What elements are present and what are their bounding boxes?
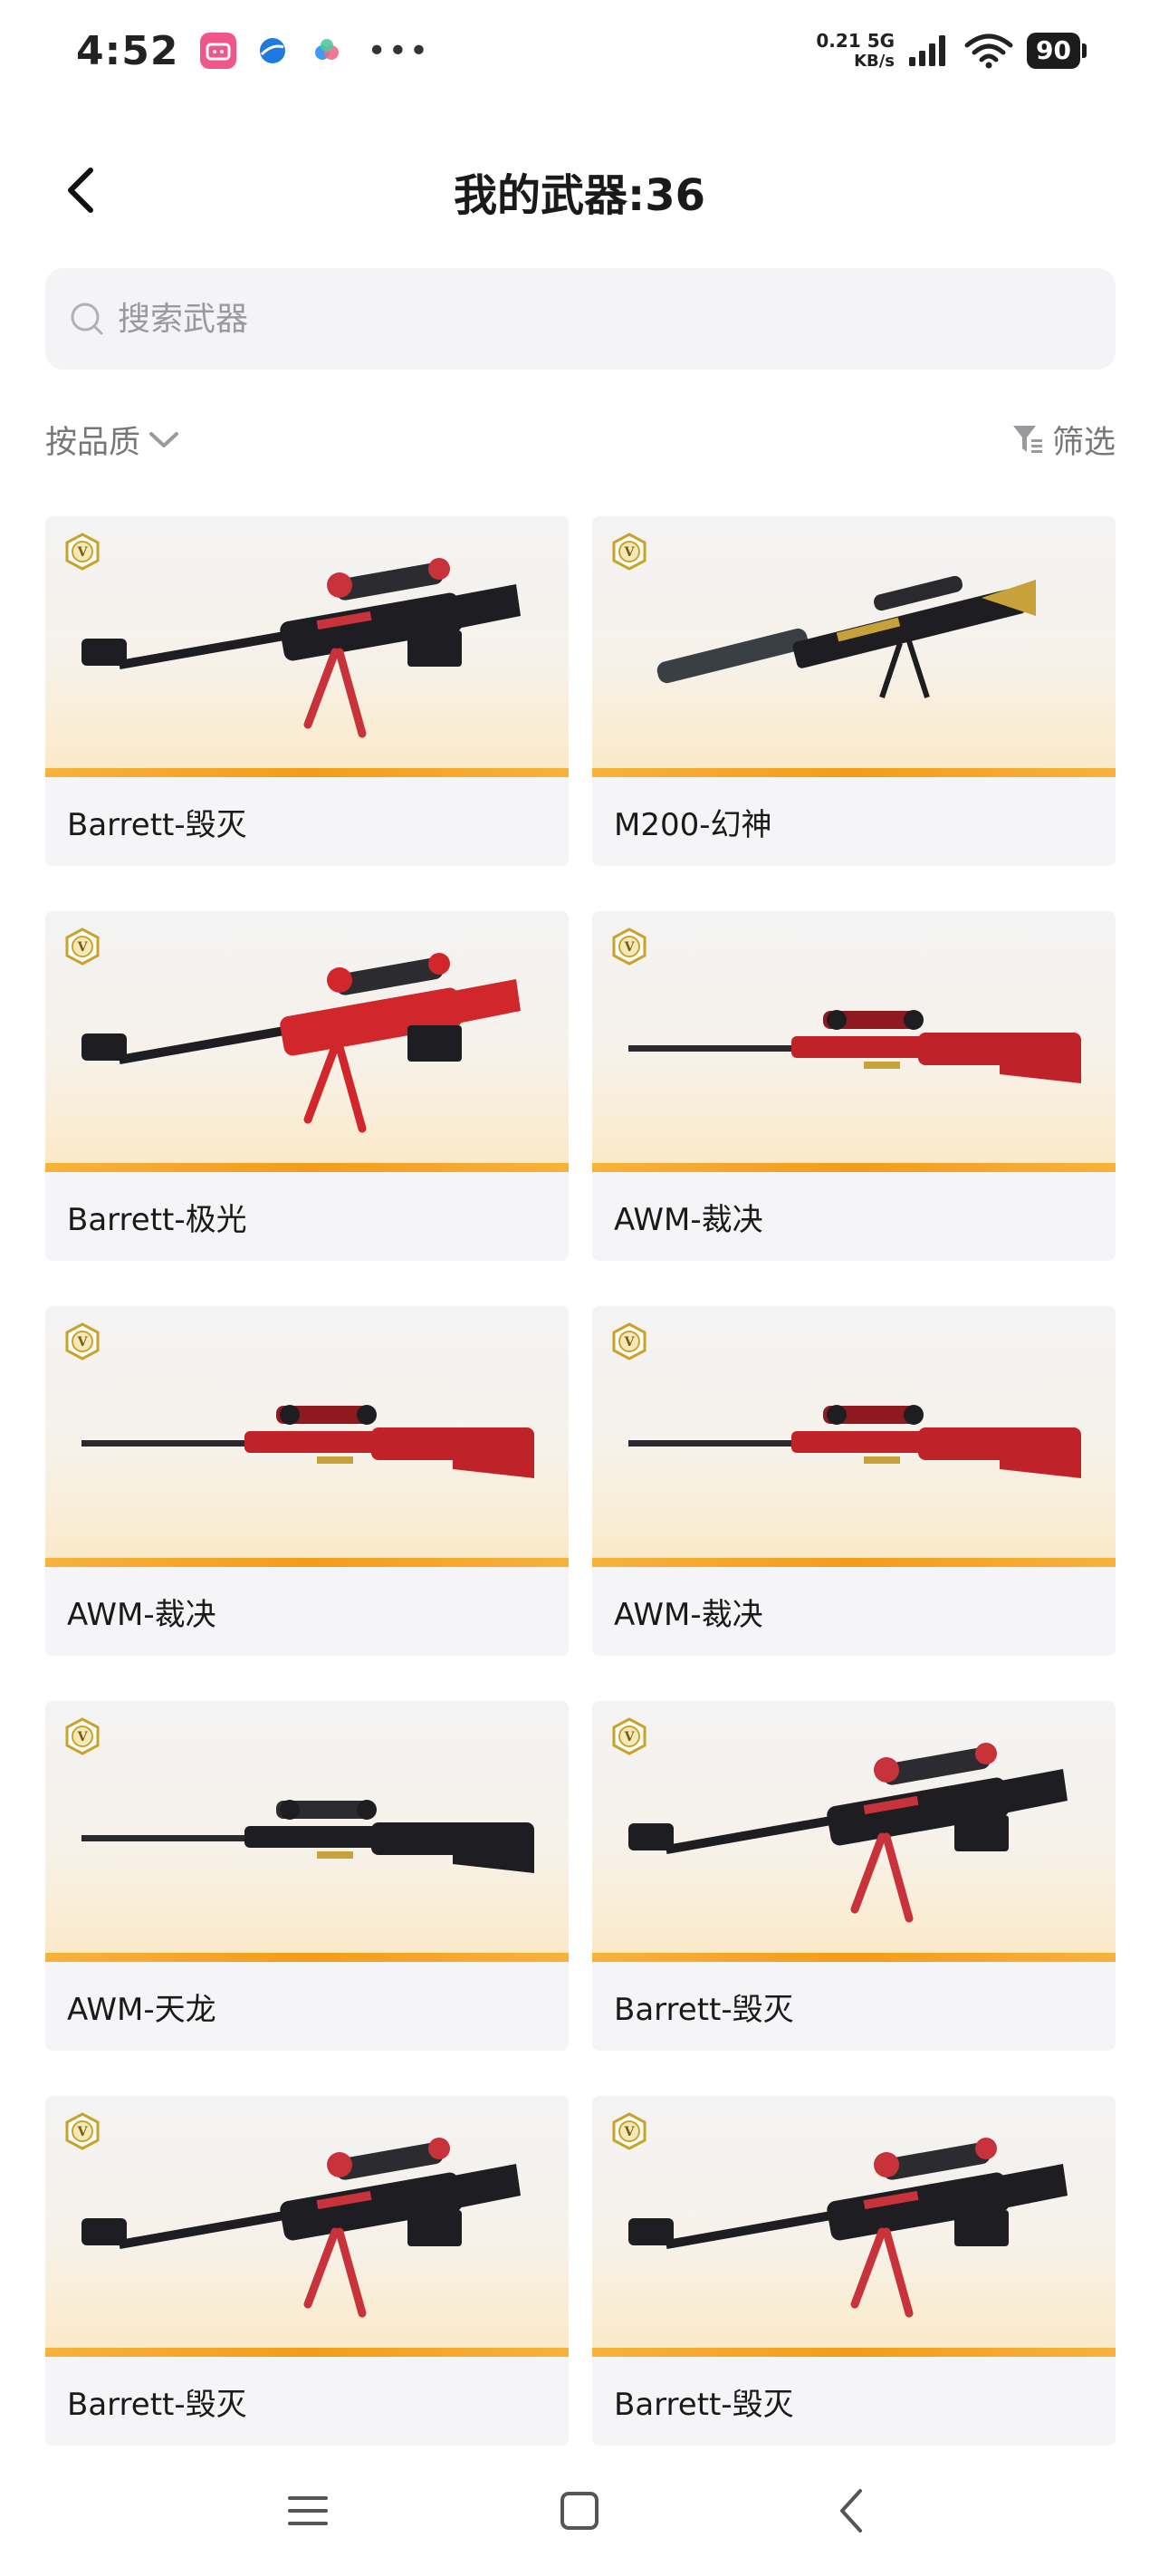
weapon-image: V [592,1701,1116,1962]
weapon-art-icon [628,1405,1081,1478]
signal-icon [909,35,946,66]
sort-by-quality-button[interactable]: 按品质 [45,417,180,463]
weapon-image: V [45,516,569,777]
weapon-image: V [592,1306,1116,1567]
weapon-art-icon [81,1800,534,1873]
home-button[interactable] [552,2484,607,2538]
weapon-name: Barrett-毁灭 [45,777,569,866]
bilibili-app-icon [200,33,237,69]
search-input[interactable] [118,300,933,338]
weapon-list-page: 4:52 ••• 0.21 5G KB/s 90 我的武器:36 搜索武器 按品… [0,0,1159,2576]
weapon-art-icon [628,1010,1081,1083]
network-speed-value: 0.21 5G [816,30,896,52]
battery-tip [1082,43,1087,58]
menu-button[interactable] [281,2484,335,2538]
weapon-name: Barrett-毁灭 [45,2357,569,2446]
browser-app-icon [254,33,292,69]
weapon-image: V [45,911,569,1172]
weapon-name: AWM-裁决 [45,1567,569,1656]
menu-icon [288,2496,328,2525]
weapon-name: M200-幻神 [592,777,1116,866]
chevron-left-icon [840,2489,862,2533]
weapon-card[interactable]: V Barrett-毁灭 [45,516,569,866]
notification-icons: ••• [200,33,430,70]
weapon-art-icon [81,1405,534,1478]
weapon-image: V [592,2096,1116,2357]
more-notifications-icon: ••• [367,32,431,70]
sort-filter-row: 按品质 筛选 [45,408,1116,471]
weapon-name: Barrett-毁灭 [592,1962,1116,2051]
sort-label: 按品质 [45,424,141,461]
weapon-art-icon [628,2138,1068,2318]
search-bar[interactable] [45,268,1116,370]
weapon-art-icon [656,575,1036,698]
weapon-card[interactable]: V M200-幻神 [592,516,1116,866]
cloud-app-icon [309,33,346,69]
weapon-name: Barrett-极光 [45,1172,569,1261]
system-nav-bar [0,2446,1159,2576]
weapon-image: V [45,2096,569,2357]
weapon-art-icon [628,1743,1068,1923]
weapon-card[interactable]: V AWM-裁决 [45,1306,569,1656]
status-indicators: 0.21 5G KB/s 90 [816,32,1087,70]
weapon-image: V [45,1701,569,1962]
filter-button[interactable]: 筛选 [1011,417,1116,463]
weapon-image: V [592,911,1116,1172]
system-back-button[interactable] [824,2484,878,2538]
network-speed-unit: KB/s [854,52,896,71]
weapon-card[interactable]: V AWM-裁决 [592,1306,1116,1656]
status-bar: 4:52 ••• 0.21 5G KB/s 90 [0,0,1159,101]
page-title: 我的武器:36 [454,170,705,221]
weapon-art-icon [81,953,521,1133]
network-speed: 0.21 5G KB/s [816,32,895,70]
weapon-name: AWM-裁决 [592,1567,1116,1656]
status-time: 4:52 [76,27,179,74]
weapon-grid: V Barrett-毁灭 V M200-幻神 V Barrett-极光 V AW… [45,516,1116,2446]
weapon-card[interactable]: V Barrett-毁灭 [592,2096,1116,2446]
weapon-name: AWM-天龙 [45,1962,569,2051]
weapon-image: V [592,516,1116,777]
weapon-card[interactable]: V Barrett-毁灭 [592,1701,1116,2051]
weapon-image: V [45,1306,569,1567]
wifi-icon [964,34,1013,69]
filter-icon [1012,426,1042,453]
weapon-name: Barrett-毁灭 [592,2357,1116,2446]
weapon-name: AWM-裁决 [592,1172,1116,1261]
search-icon [71,303,103,335]
battery-indicator: 90 [1027,33,1080,69]
home-square-icon [560,2492,599,2530]
weapon-art-icon [81,2138,521,2318]
header: 我的武器:36 [0,136,1159,245]
filter-label: 筛选 [1051,424,1116,461]
weapon-art-icon [81,558,521,738]
weapon-card[interactable]: V AWM-天龙 [45,1701,569,2051]
weapon-card[interactable]: V AWM-裁决 [592,911,1116,1261]
weapon-card[interactable]: V Barrett-毁灭 [45,2096,569,2446]
weapon-card[interactable]: V Barrett-极光 [45,911,569,1261]
chevron-down-icon [149,432,179,447]
